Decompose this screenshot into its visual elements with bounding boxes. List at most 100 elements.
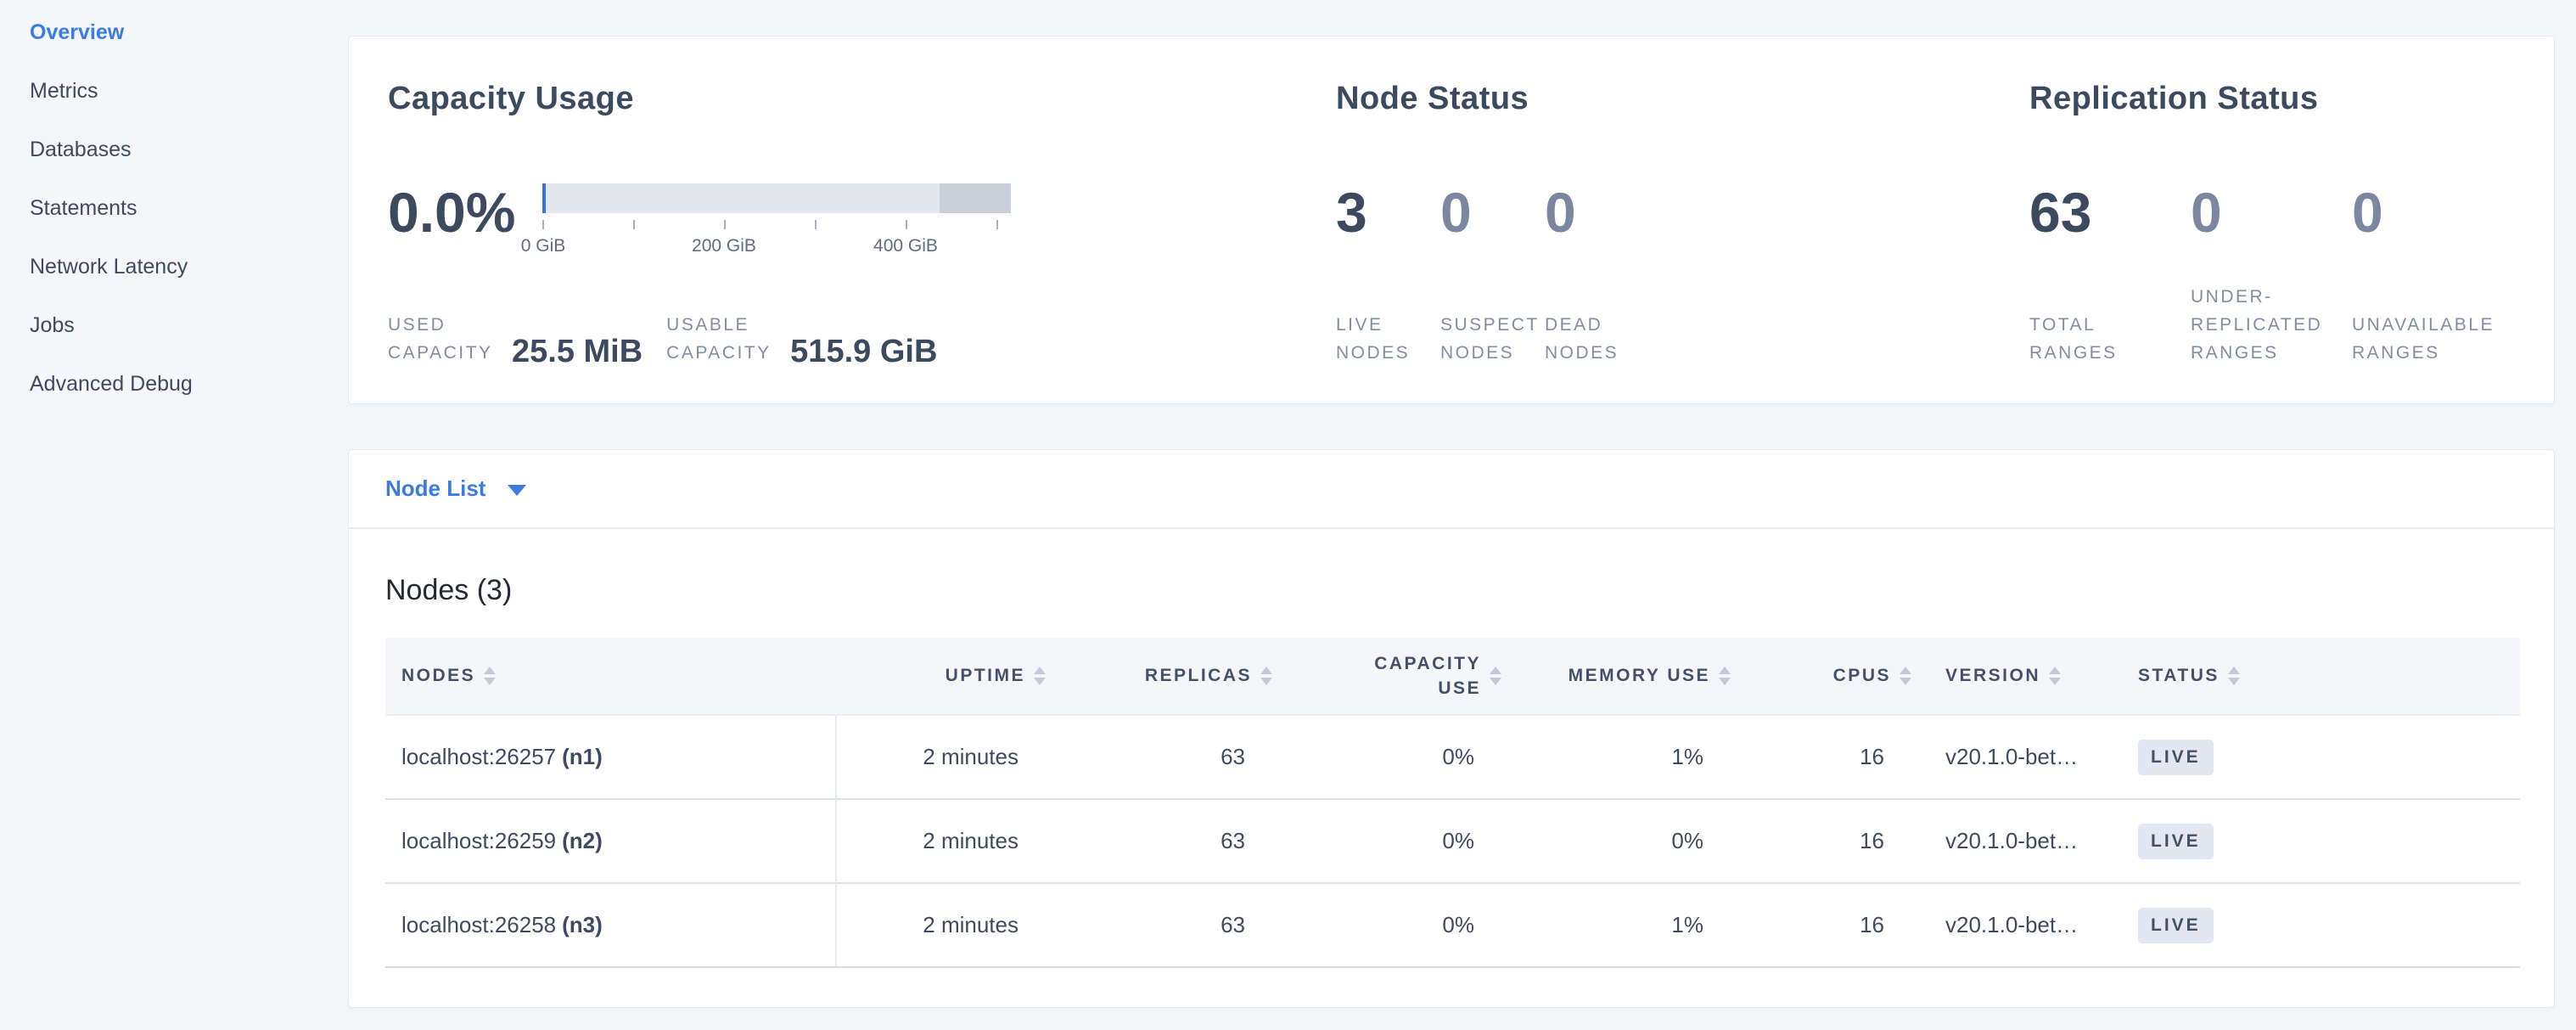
memory-use-cell: 1% [1513,715,1743,799]
uptime-cell: 2 minutes [836,883,1058,967]
nodes-table: NODES UPTIME REPLICAS CAPACITY USE MEMOR [385,638,2520,968]
capacity-gauge-reserved-segment [940,183,1011,213]
view-selector-row: Node List [349,450,2554,529]
live-nodes-stat: 3 LIVE NODES [1336,182,1440,367]
node-status-title: Node Status [1336,74,2029,123]
under-replicated-ranges-label: UNDER-REPLICATED RANGES [2191,283,2331,367]
node-list-card: Node List Nodes (3) NODES UPTIME [348,449,2555,1008]
uptime-cell: 2 minutes [836,799,1058,883]
capacity-usage-section: Capacity Usage 0.0% [388,37,1336,403]
cpus-cell: 16 [1743,715,1923,799]
column-header-cpus[interactable]: CPUS [1743,638,1923,715]
capacity-use-cell: 0% [1284,799,1513,883]
replicas-cell: 63 [1058,883,1284,967]
axis-tick [906,220,907,229]
axis-tick [542,220,544,229]
sidebar-item-network-latency[interactable]: Network Latency [0,238,348,296]
axis-tick-label: 400 GiB [873,236,938,256]
cluster-summary-card: Capacity Usage 0.0% [348,36,2555,404]
column-header-capacity-use[interactable]: CAPACITY USE [1284,638,1513,715]
node-address-link[interactable]: localhost:26258(n3) [401,912,603,937]
unavailable-ranges-label: UNAVAILABLE RANGES [2352,311,2492,367]
unavailable-ranges-stat: 0 UNAVAILABLE RANGES [2352,182,2513,367]
usable-capacity-label: USABLE CAPACITY [666,311,777,367]
total-ranges-label: TOTAL RANGES [2029,311,2169,367]
status-badge: LIVE [2138,740,2214,775]
sort-icon [2228,667,2240,685]
node-id: (n2) [562,828,603,853]
capacity-gauge-track [542,183,1011,213]
used-capacity-label: USED CAPACITY [388,311,498,367]
nodes-heading: Nodes (3) [385,571,2518,609]
sort-icon [1719,667,1731,685]
capacity-used-percent: 0.0% [388,182,542,285]
sort-icon [2049,667,2061,685]
column-header-memory-use[interactable]: MEMORY USE [1513,638,1743,715]
suspect-nodes-stat: 0 SUSPECT NODES [1440,182,1545,367]
under-replicated-ranges-stat: 0 UNDER-REPLICATED RANGES [2191,182,2352,367]
capacity-use-cell: 0% [1284,883,1513,967]
table-row: localhost:26257(n1) 2 minutes 63 0% 1% 1… [385,715,2520,799]
column-header-status[interactable]: STATUS [2106,638,2520,715]
status-badge: LIVE [2138,824,2214,859]
cpus-cell: 16 [1743,799,1923,883]
live-nodes-label: LIVE NODES [1336,311,1429,367]
sort-icon [1034,667,1046,685]
sidebar-item-jobs[interactable]: Jobs [0,296,348,355]
used-capacity-value: 25.5 MiB [512,335,643,369]
sidebar-item-metrics[interactable]: Metrics [0,62,348,121]
sort-icon [1260,667,1272,685]
node-address-link[interactable]: localhost:26257(n1) [401,744,603,769]
replicas-cell: 63 [1058,715,1284,799]
node-list-dropdown[interactable]: Node List [385,476,526,502]
version-cell: v20.1.0-bet… [1923,799,2106,883]
node-id: (n3) [562,912,603,937]
usable-capacity-value: 515.9 GiB [790,335,937,369]
sort-icon [1490,667,1501,685]
sidebar-nav: Overview Metrics Databases Statements Ne… [0,0,348,414]
sidebar-item-databases[interactable]: Databases [0,121,348,179]
column-header-version[interactable]: VERSION [1923,638,2106,715]
memory-use-cell: 0% [1513,799,1743,883]
uptime-cell: 2 minutes [836,715,1058,799]
suspect-nodes-value: 0 [1440,182,1545,243]
node-address-link[interactable]: localhost:26259(n2) [401,828,603,853]
node-status-section: Node Status 3 LIVE NODES 0 SUSPECT NODES… [1336,37,2029,403]
capacity-gauge-used-segment [542,183,546,213]
axis-tick [815,220,817,229]
axis-tick [724,220,726,229]
table-row: localhost:26259(n2) 2 minutes 63 0% 0% 1… [385,799,2520,883]
replication-status-title: Replication Status [2029,74,2515,123]
column-header-uptime[interactable]: UPTIME [836,638,1058,715]
capacity-usage-title: Capacity Usage [388,74,1336,123]
unavailable-ranges-value: 0 [2352,182,2513,243]
live-nodes-value: 3 [1336,182,1440,243]
node-id: (n1) [562,744,603,769]
dead-nodes-label: DEAD NODES [1545,311,1638,367]
caret-down-icon [508,485,526,496]
capacity-use-cell: 0% [1284,715,1513,799]
dead-nodes-value: 0 [1545,182,1649,243]
axis-tick-label: 0 GiB [521,236,566,256]
column-header-nodes[interactable]: NODES [385,638,836,715]
sort-icon [484,667,496,685]
sidebar-item-overview[interactable]: Overview [0,3,348,62]
axis-tick-label: 200 GiB [692,236,756,256]
node-list-dropdown-label: Node List [385,476,485,502]
dead-nodes-stat: 0 DEAD NODES [1545,182,1649,367]
cpus-cell: 16 [1743,883,1923,967]
axis-tick [996,220,998,229]
sort-icon [1900,667,1911,685]
nodes-table-area: Nodes (3) NODES UPTIME RE [349,571,2554,968]
table-row: localhost:26258(n3) 2 minutes 63 0% 1% 1… [385,883,2520,967]
sidebar-item-statements[interactable]: Statements [0,179,348,238]
total-ranges-value: 63 [2029,182,2191,243]
column-header-replicas[interactable]: REPLICAS [1058,638,1284,715]
sidebar-item-advanced-debug[interactable]: Advanced Debug [0,355,348,414]
version-cell: v20.1.0-bet… [1923,883,2106,967]
axis-tick [633,220,635,229]
version-cell: v20.1.0-bet… [1923,715,2106,799]
status-badge: LIVE [2138,908,2214,943]
memory-use-cell: 1% [1513,883,1743,967]
replication-status-section: Replication Status 63 TOTAL RANGES 0 UND… [2029,37,2515,403]
